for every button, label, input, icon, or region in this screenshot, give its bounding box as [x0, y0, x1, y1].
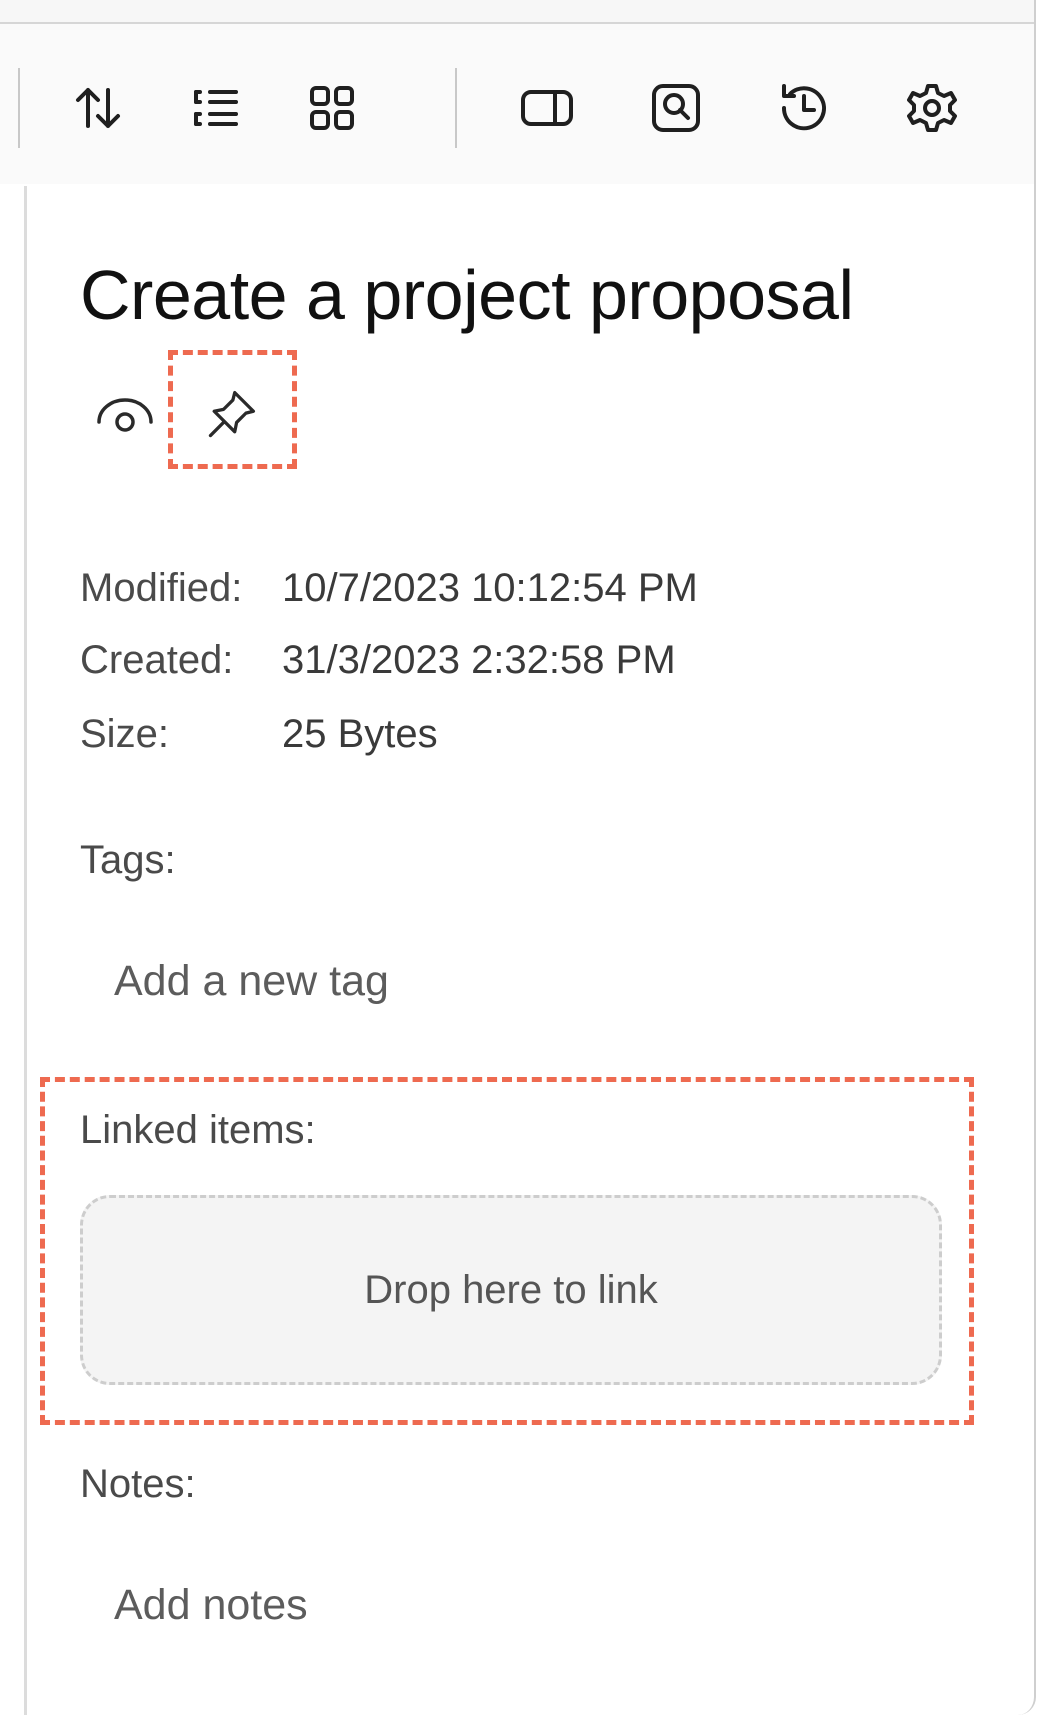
grid-view-icon — [310, 86, 354, 130]
toggle-pane-button[interactable] — [505, 66, 589, 150]
preview-button[interactable] — [634, 66, 718, 150]
toolbar-separator — [18, 68, 20, 148]
modified-label: Modified: — [80, 566, 243, 610]
tags-label: Tags: — [80, 838, 176, 882]
pin-icon — [208, 390, 256, 438]
history-button[interactable] — [762, 66, 846, 150]
created-value: 31/3/2023 2:32:58 PM — [282, 638, 676, 682]
notes-label: Notes: — [80, 1462, 196, 1506]
toggle-pane-icon — [521, 90, 573, 126]
toolbar-separator — [455, 68, 457, 148]
add-notes-input[interactable] — [100, 1570, 960, 1640]
sort-button[interactable] — [56, 66, 140, 150]
list-view-button[interactable] — [174, 66, 258, 150]
settings-button[interactable] — [890, 66, 974, 150]
pin-button[interactable] — [196, 380, 266, 450]
watch-button[interactable] — [90, 385, 160, 445]
eye-icon — [97, 398, 153, 432]
size-label: Size: — [80, 712, 169, 756]
grid-view-button[interactable] — [290, 66, 374, 150]
pane-divider — [24, 186, 27, 1715]
link-drop-zone[interactable]: Drop here to link — [80, 1195, 942, 1385]
created-label: Created: — [80, 638, 234, 682]
details-panel: Create a project proposal Modified: 10/7… — [0, 0, 1036, 1715]
drop-zone-text: Drop here to link — [364, 1267, 658, 1312]
list-view-icon — [194, 90, 238, 126]
linked-items-label: Linked items: — [80, 1108, 316, 1152]
settings-icon — [907, 84, 957, 132]
size-value: 25 Bytes — [282, 712, 438, 756]
preview-search-icon — [652, 84, 700, 132]
toolbar — [0, 24, 1034, 184]
sort-icon — [76, 88, 120, 128]
top-edge — [0, 0, 1034, 24]
add-tag-input[interactable] — [100, 946, 960, 1016]
modified-value: 10/7/2023 10:12:54 PM — [282, 566, 698, 610]
item-title: Create a project proposal — [80, 256, 854, 334]
history-icon — [781, 84, 826, 131]
